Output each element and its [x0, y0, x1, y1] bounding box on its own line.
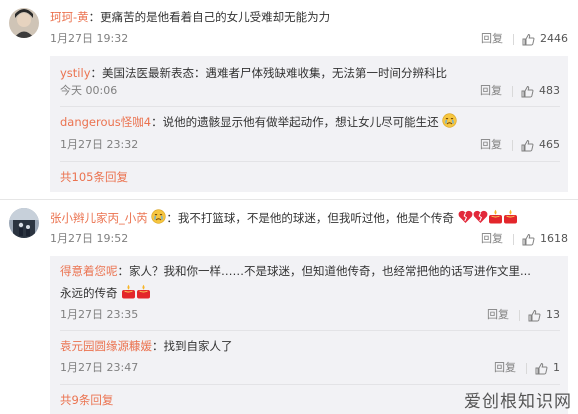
reply-box: ystily：美国法医最新表态：遇难者尸体残缺难收集，无法第一时间分辨科比 今天… [50, 56, 568, 192]
action-separator [519, 309, 520, 321]
reply-time: 1月27日 23:35 [60, 308, 139, 321]
action-separator [512, 85, 513, 97]
comment-body: 珂珂-黄：更痛苦的是他看着自己的女儿受难却无能为力 [50, 10, 331, 24]
candle-emoji-icon [136, 284, 151, 303]
candle-emoji-icon [488, 209, 503, 228]
avatar[interactable] [9, 208, 39, 238]
reply-username[interactable]: dangerous怪咖4 [60, 115, 151, 129]
reply-button[interactable]: 回复 [494, 360, 516, 376]
reply-username[interactable]: 得意着您呢 [60, 264, 118, 278]
reply-username[interactable]: ystily [60, 66, 91, 80]
action-separator [512, 139, 513, 151]
reply-time: 1月27日 23:47 [60, 361, 139, 374]
reply-text: 找到自家人了 [163, 339, 233, 353]
reply-meta: 1月27日 23:47 回复 1 [60, 360, 560, 376]
reply-actions: 回复 13 [487, 307, 560, 323]
like-count: 483 [539, 84, 560, 97]
comment-time: 1月27日 19:32 [50, 32, 129, 45]
thumbs-up-icon[interactable] [535, 362, 548, 375]
reply-text: 永远的传奇 [60, 286, 118, 300]
comment-thread: 珂珂-黄：更痛苦的是他看着自己的女儿受难却无能为力 1月27日 19:32 回复… [0, 0, 578, 192]
thumbs-up-icon[interactable] [528, 309, 541, 322]
thumbs-up-icon[interactable] [522, 233, 535, 246]
avatar[interactable] [9, 8, 39, 38]
reply-button[interactable]: 回复 [487, 307, 509, 323]
more-replies-link[interactable]: 共105条回复 [60, 169, 128, 185]
comment-username[interactable]: 张小辫儿家丙_小芮 [50, 211, 148, 225]
reply-divider [60, 106, 560, 107]
reply-text: 美国法医最新表态：遇难者尸体残缺难收集，无法第一时间分辨科比 [102, 66, 448, 80]
reply-text: 家人？我和你一样……不是球迷，但知道他传奇，也经常把他的话写进作文里... [129, 264, 531, 278]
broken-heart-emoji-icon [458, 210, 473, 228]
like-count: 465 [539, 138, 560, 151]
reply-divider [60, 161, 560, 162]
candle-emoji-icon [503, 209, 518, 228]
reply-body: ystily：美国法医最新表态：遇难者尸体残缺难收集，无法第一时间分辨科比 [60, 66, 448, 80]
reply-time: 今天 00:06 [60, 84, 118, 97]
reply-body: 得意着您呢：家人？我和你一样……不是球迷，但知道他传奇，也经常把他的话写进作文里… [60, 264, 531, 278]
reply-divider [60, 330, 560, 331]
reply-actions: 回复 1 [494, 360, 560, 376]
broken-heart-emoji-icon [473, 210, 488, 228]
reply-body: dangerous怪咖4：说他的遗骸显示他有做举起动作，想让女儿尽可能生还 [60, 113, 560, 132]
reply-button[interactable]: 回复 [481, 231, 503, 247]
like-count: 1 [553, 361, 560, 374]
reply-body-line2: 永远的传奇 [60, 284, 560, 303]
reply-divider [60, 384, 560, 385]
reply-button[interactable]: 回复 [480, 137, 502, 153]
comment-actions: 回复 1618 [481, 231, 568, 247]
reply-meta: 1月27日 23:35 回复 13 [60, 307, 560, 323]
reply-actions: 回复 483 [480, 83, 560, 99]
reply-button[interactable]: 回复 [480, 83, 502, 99]
candle-emoji-icon [121, 284, 136, 303]
like-count: 1618 [540, 232, 568, 245]
comment-text: 更痛苦的是他看着自己的女儿受难却无能为力 [100, 10, 331, 24]
reply-meta: 1月27日 23:32 回复 465 [60, 137, 560, 153]
reply-text: 说他的遗骸显示他有做举起动作，想让女儿尽可能生还 [162, 115, 439, 129]
thumbs-up-icon[interactable] [522, 33, 535, 46]
action-separator [513, 33, 514, 45]
comment-username[interactable]: 珂珂-黄 [50, 10, 89, 24]
thumbs-up-icon[interactable] [521, 139, 534, 152]
reply-button[interactable]: 回复 [481, 31, 503, 47]
comment-actions: 回复 2446 [481, 31, 568, 47]
crying-face-emoji-icon [151, 209, 167, 228]
reply-body: 袁元园圆缘源糠媛：找到自家人了 [60, 339, 233, 353]
reply-username[interactable]: 袁元园圆缘源糠媛 [60, 339, 152, 353]
action-separator [526, 362, 527, 374]
action-separator [513, 233, 514, 245]
thumbs-up-icon[interactable] [521, 85, 534, 98]
reply-time: 1月27日 23:32 [60, 138, 139, 151]
like-count: 2446 [540, 32, 568, 45]
watermark: 爱创根知识网 [464, 392, 572, 412]
comment-time: 1月27日 19:52 [50, 232, 129, 245]
more-replies-link[interactable]: 共9条回复 [60, 392, 113, 408]
comment-meta: 1月27日 19:32 回复 2446 [50, 31, 568, 47]
reply-meta: 今天 00:06 回复 483 [60, 83, 560, 99]
reply-actions: 回复 465 [480, 137, 560, 153]
crying-face-emoji-icon [442, 113, 457, 132]
comment-text: 我不打篮球，不是他的球迷，但我听过他，他是个传奇 [177, 211, 454, 225]
like-count: 13 [546, 308, 560, 321]
comment-body: 张小辫儿家丙_小芮 ：我不打篮球，不是他的球迷，但我听过他，他是个传奇 [50, 209, 568, 228]
comment-thread: 张小辫儿家丙_小芮 ：我不打篮球，不是他的球迷，但我听过他，他是个传奇 1月27… [0, 200, 578, 414]
comment-meta: 1月27日 19:52 回复 1618 [50, 231, 568, 247]
